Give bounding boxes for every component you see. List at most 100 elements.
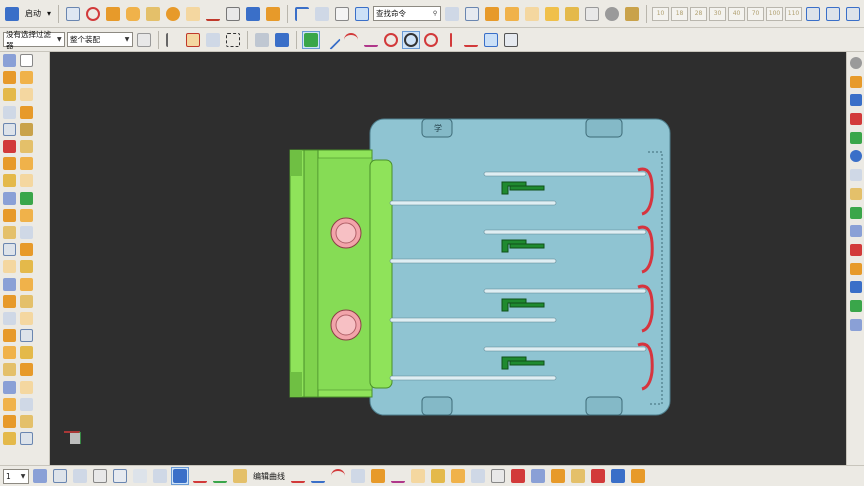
grid-icon[interactable] bbox=[463, 5, 481, 23]
joggle-icon[interactable] bbox=[20, 363, 33, 377]
filter-icon[interactable] bbox=[543, 5, 561, 23]
face-snap-icon[interactable] bbox=[482, 31, 500, 49]
arrow-icon[interactable] bbox=[204, 31, 222, 49]
mold-tool-button-3[interactable]: 28 bbox=[690, 6, 708, 21]
bead-icon[interactable] bbox=[20, 380, 33, 394]
history-icon[interactable] bbox=[849, 169, 862, 182]
pad-icon[interactable] bbox=[3, 54, 16, 68]
draft-icon[interactable] bbox=[20, 88, 33, 102]
system-scenes-icon[interactable] bbox=[849, 225, 862, 238]
point-icon[interactable] bbox=[382, 31, 400, 49]
combine-icon[interactable] bbox=[489, 467, 507, 485]
hole-icon[interactable] bbox=[3, 105, 16, 119]
select-icon[interactable] bbox=[135, 31, 153, 49]
rotate-icon[interactable] bbox=[131, 467, 149, 485]
law-curve-icon[interactable] bbox=[569, 467, 587, 485]
drawn-cutout-icon[interactable] bbox=[3, 415, 16, 429]
assembly-scope-select[interactable]: 整个装配 ▼ bbox=[67, 32, 133, 47]
intersection-icon[interactable] bbox=[442, 31, 460, 49]
command-search-input[interactable]: 查找命令 ⚲ bbox=[373, 6, 442, 21]
mold-plate[interactable] bbox=[369, 118, 671, 416]
cube-view-icon[interactable] bbox=[273, 31, 291, 49]
loft-icon[interactable] bbox=[20, 208, 33, 222]
info-icon[interactable] bbox=[849, 318, 862, 331]
palette-icon[interactable] bbox=[849, 243, 862, 256]
vent-icon[interactable] bbox=[20, 311, 33, 325]
reuse-library-icon[interactable] bbox=[849, 131, 862, 144]
gusset-icon[interactable] bbox=[3, 311, 16, 325]
flange-icon[interactable] bbox=[3, 329, 16, 343]
scale-icon[interactable] bbox=[151, 467, 169, 485]
solid-icon[interactable] bbox=[244, 5, 262, 23]
window-icon[interactable] bbox=[353, 5, 371, 23]
material-icon[interactable] bbox=[483, 5, 501, 23]
wrap-icon[interactable] bbox=[20, 277, 33, 291]
surface-icon[interactable] bbox=[589, 467, 607, 485]
spring-icon[interactable] bbox=[3, 380, 16, 394]
emboss-icon[interactable] bbox=[3, 294, 16, 308]
move-icon[interactable] bbox=[91, 467, 109, 485]
rib-icon[interactable] bbox=[3, 122, 16, 136]
split-curve-icon[interactable] bbox=[349, 467, 367, 485]
block-icon[interactable] bbox=[31, 467, 49, 485]
slot-icon[interactable] bbox=[20, 105, 33, 119]
section-icon[interactable] bbox=[629, 467, 647, 485]
mold-tool-button-6[interactable]: 70 bbox=[747, 6, 765, 21]
boss-icon[interactable] bbox=[3, 71, 16, 85]
mold-tool-button-2[interactable]: 18 bbox=[671, 6, 689, 21]
web-browser-icon[interactable] bbox=[849, 150, 862, 163]
red-block-icon[interactable] bbox=[3, 140, 16, 154]
cursor-icon[interactable] bbox=[164, 31, 182, 49]
curve-icon[interactable] bbox=[191, 467, 209, 485]
cylinder-icon[interactable] bbox=[124, 5, 142, 23]
view-icon[interactable] bbox=[583, 5, 601, 23]
plate-icon[interactable] bbox=[844, 5, 862, 23]
unbend-icon[interactable] bbox=[3, 346, 16, 360]
roles-icon[interactable] bbox=[849, 206, 862, 219]
chain-icon[interactable] bbox=[231, 467, 249, 485]
cancel-icon[interactable] bbox=[84, 5, 102, 23]
gear-icon[interactable] bbox=[603, 5, 621, 23]
plate-icon[interactable] bbox=[824, 5, 842, 23]
shaded-view-icon[interactable] bbox=[253, 31, 271, 49]
measure-icon[interactable] bbox=[313, 5, 331, 23]
green-block-icon[interactable] bbox=[20, 191, 33, 205]
point-icon[interactable] bbox=[409, 467, 427, 485]
fillet-icon[interactable] bbox=[329, 467, 347, 485]
curve-icon[interactable] bbox=[204, 5, 222, 23]
intersect-curve-icon[interactable] bbox=[609, 467, 627, 485]
mold-tool-button-8[interactable]: 110 bbox=[785, 6, 803, 21]
arc-icon[interactable] bbox=[342, 31, 360, 49]
snap-point-icon[interactable] bbox=[184, 31, 202, 49]
hem-icon[interactable] bbox=[20, 415, 33, 429]
sweep-icon[interactable] bbox=[3, 208, 16, 222]
display-mode-icon[interactable] bbox=[443, 5, 461, 23]
extrude-icon[interactable] bbox=[264, 5, 282, 23]
chamfer-icon[interactable] bbox=[3, 157, 16, 171]
quadrant-icon[interactable] bbox=[422, 31, 440, 49]
mirror-icon[interactable] bbox=[3, 174, 16, 188]
louver-icon[interactable] bbox=[3, 397, 16, 411]
sphere-icon[interactable] bbox=[164, 5, 182, 23]
grid-snap-icon[interactable] bbox=[502, 31, 520, 49]
dimension-icon[interactable] bbox=[211, 467, 229, 485]
cube-icon[interactable] bbox=[224, 5, 242, 23]
layer-icon[interactable] bbox=[71, 467, 89, 485]
gear-icon[interactable] bbox=[849, 57, 862, 69]
new-file-icon[interactable] bbox=[64, 5, 82, 23]
smooth-icon[interactable] bbox=[389, 467, 407, 485]
start-menu-button[interactable]: 启动 bbox=[23, 8, 43, 19]
visualization-icon[interactable] bbox=[849, 262, 862, 275]
punch-icon[interactable] bbox=[20, 432, 33, 446]
snap-icon[interactable] bbox=[333, 5, 351, 23]
graphics-viewport[interactable]: 学 bbox=[50, 52, 846, 465]
dimple-icon[interactable] bbox=[20, 397, 33, 411]
trim-icon[interactable] bbox=[3, 191, 16, 205]
patch-icon[interactable] bbox=[3, 260, 16, 274]
sketch-icon[interactable] bbox=[184, 5, 202, 23]
snap-end-icon[interactable] bbox=[302, 30, 320, 49]
undo-icon[interactable] bbox=[293, 5, 311, 23]
page-icon[interactable] bbox=[20, 54, 33, 68]
pocket-icon[interactable] bbox=[20, 71, 33, 85]
extend-icon[interactable] bbox=[20, 260, 33, 274]
